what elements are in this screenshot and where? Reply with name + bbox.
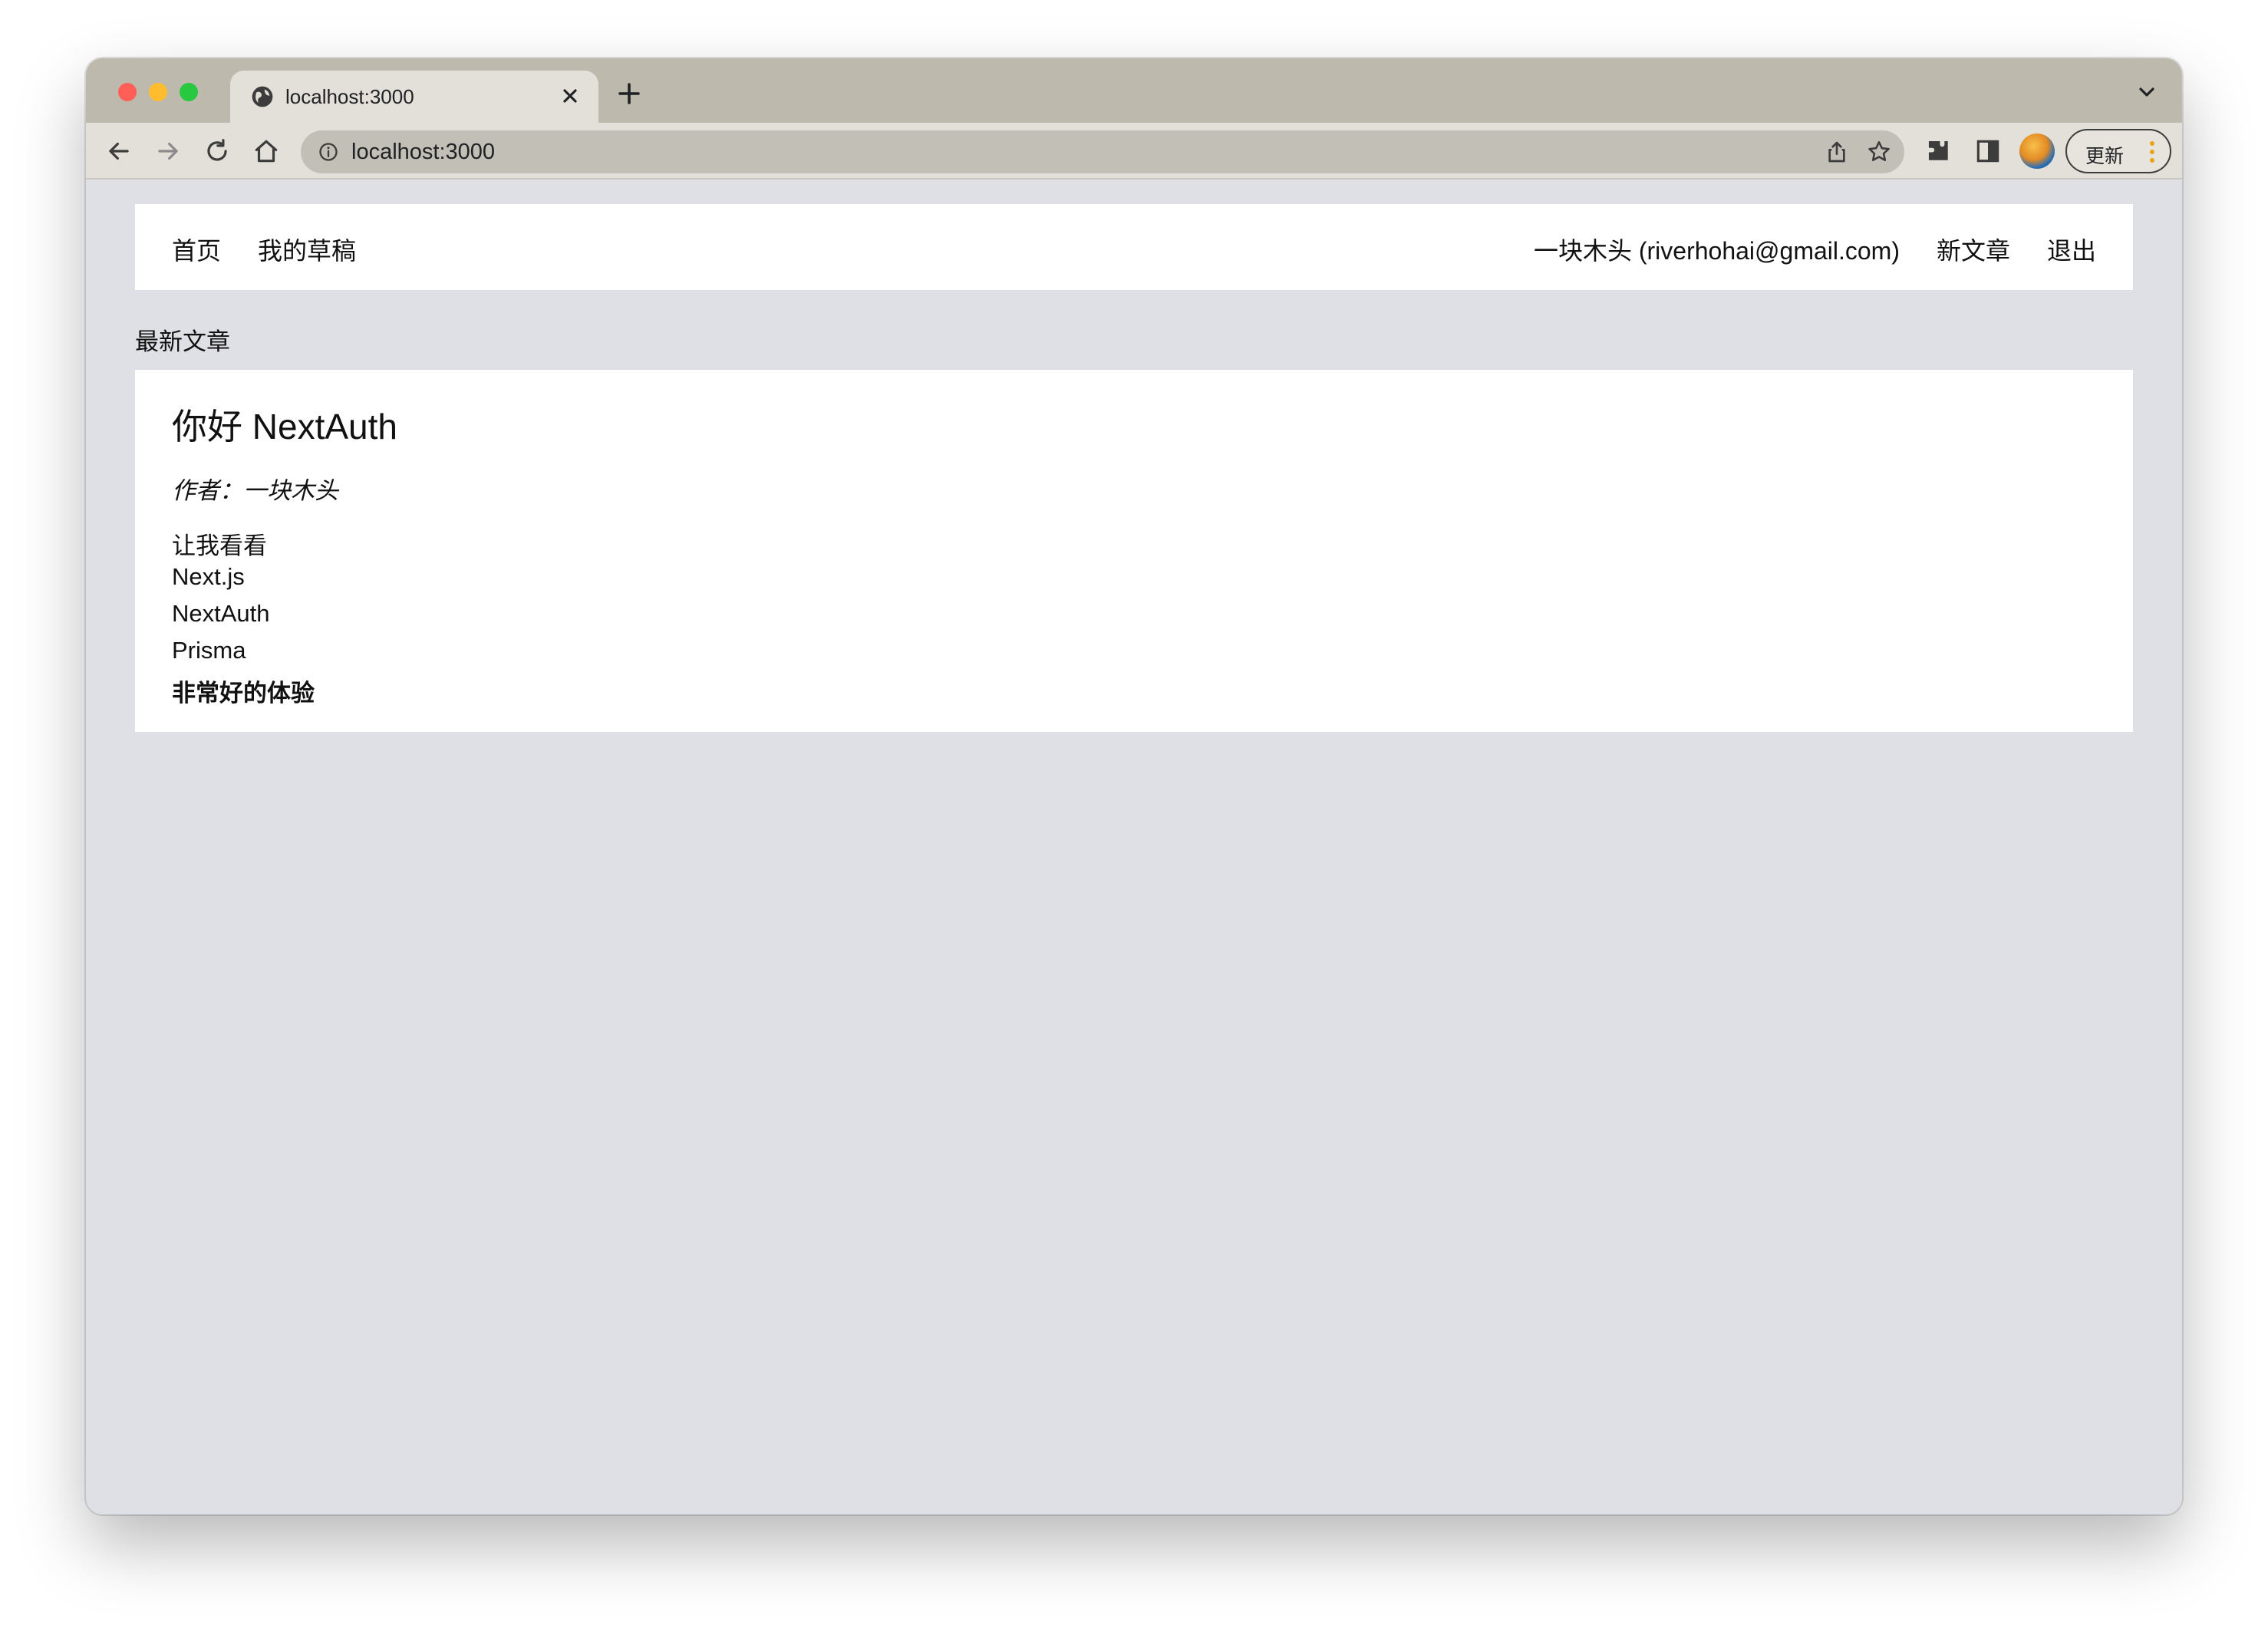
page-viewport: 首页 我的草稿 一块木头 (riverhohai@gmail.com) 新文章 … xyxy=(86,180,2182,1514)
profile-avatar[interactable] xyxy=(2019,133,2055,169)
globe-icon xyxy=(252,86,273,107)
close-window-button[interactable] xyxy=(118,83,137,101)
maximize-window-button[interactable] xyxy=(180,83,198,101)
post-title[interactable]: 你好 NextAuth xyxy=(172,399,397,450)
post-card[interactable]: 你好 NextAuth 作者：一块木头 让我看看 Next.js NextAut… xyxy=(135,370,2133,732)
post-content-line: NextAuth xyxy=(172,600,270,627)
nav-link-logout[interactable]: 退出 xyxy=(2047,232,2096,267)
update-button[interactable]: 更新 xyxy=(2065,129,2171,173)
address-bar[interactable]: localhost:3000 xyxy=(301,130,1904,173)
url-text[interactable]: localhost:3000 xyxy=(351,140,495,165)
tab-strip: localhost:3000 xyxy=(86,58,2182,123)
post-author: 作者：一块木头 xyxy=(172,477,338,504)
back-arrow-icon[interactable] xyxy=(104,137,134,166)
browser-window: localhost:3000 localhost:3000 更新 首页 我的草稿… xyxy=(86,58,2182,1514)
puzzle-extensions-icon[interactable] xyxy=(1924,137,1953,166)
nav-link-home[interactable]: 首页 xyxy=(172,232,221,267)
info-icon[interactable] xyxy=(318,141,339,163)
user-info: 一块木头 (riverhohai@gmail.com) xyxy=(1533,237,1900,265)
close-icon[interactable] xyxy=(557,83,583,109)
post-content-line: 让我看看 xyxy=(172,532,267,559)
tab-title: localhost:3000 xyxy=(285,85,414,108)
forward-arrow-icon[interactable] xyxy=(153,137,183,166)
home-icon[interactable] xyxy=(252,137,281,166)
browser-toolbar: localhost:3000 更新 xyxy=(86,123,2182,180)
minimize-window-button[interactable] xyxy=(149,83,167,101)
plus-icon[interactable] xyxy=(615,80,643,107)
feed-heading: 最新文章 xyxy=(135,328,230,355)
more-vertical-icon[interactable] xyxy=(2148,140,2156,164)
reload-icon[interactable] xyxy=(203,137,232,166)
post-content-line: Next.js xyxy=(172,563,245,590)
site-navbar: 首页 我的草稿 一块木头 (riverhohai@gmail.com) 新文章 … xyxy=(135,204,2133,290)
chevron-down-icon[interactable] xyxy=(2134,80,2159,104)
nav-link-my-drafts[interactable]: 我的草稿 xyxy=(258,232,356,267)
post-content-line: Prisma xyxy=(172,637,246,664)
nav-link-new-post[interactable]: 新文章 xyxy=(1937,232,2010,267)
side-panel-icon[interactable] xyxy=(1973,137,2003,166)
share-icon[interactable] xyxy=(1825,140,1849,164)
browser-tab-active[interactable]: localhost:3000 xyxy=(230,71,598,123)
post-content-bold-line: 非常好的体验 xyxy=(172,680,315,707)
star-icon[interactable] xyxy=(1866,139,1892,165)
update-button-label: 更新 xyxy=(2085,146,2125,167)
